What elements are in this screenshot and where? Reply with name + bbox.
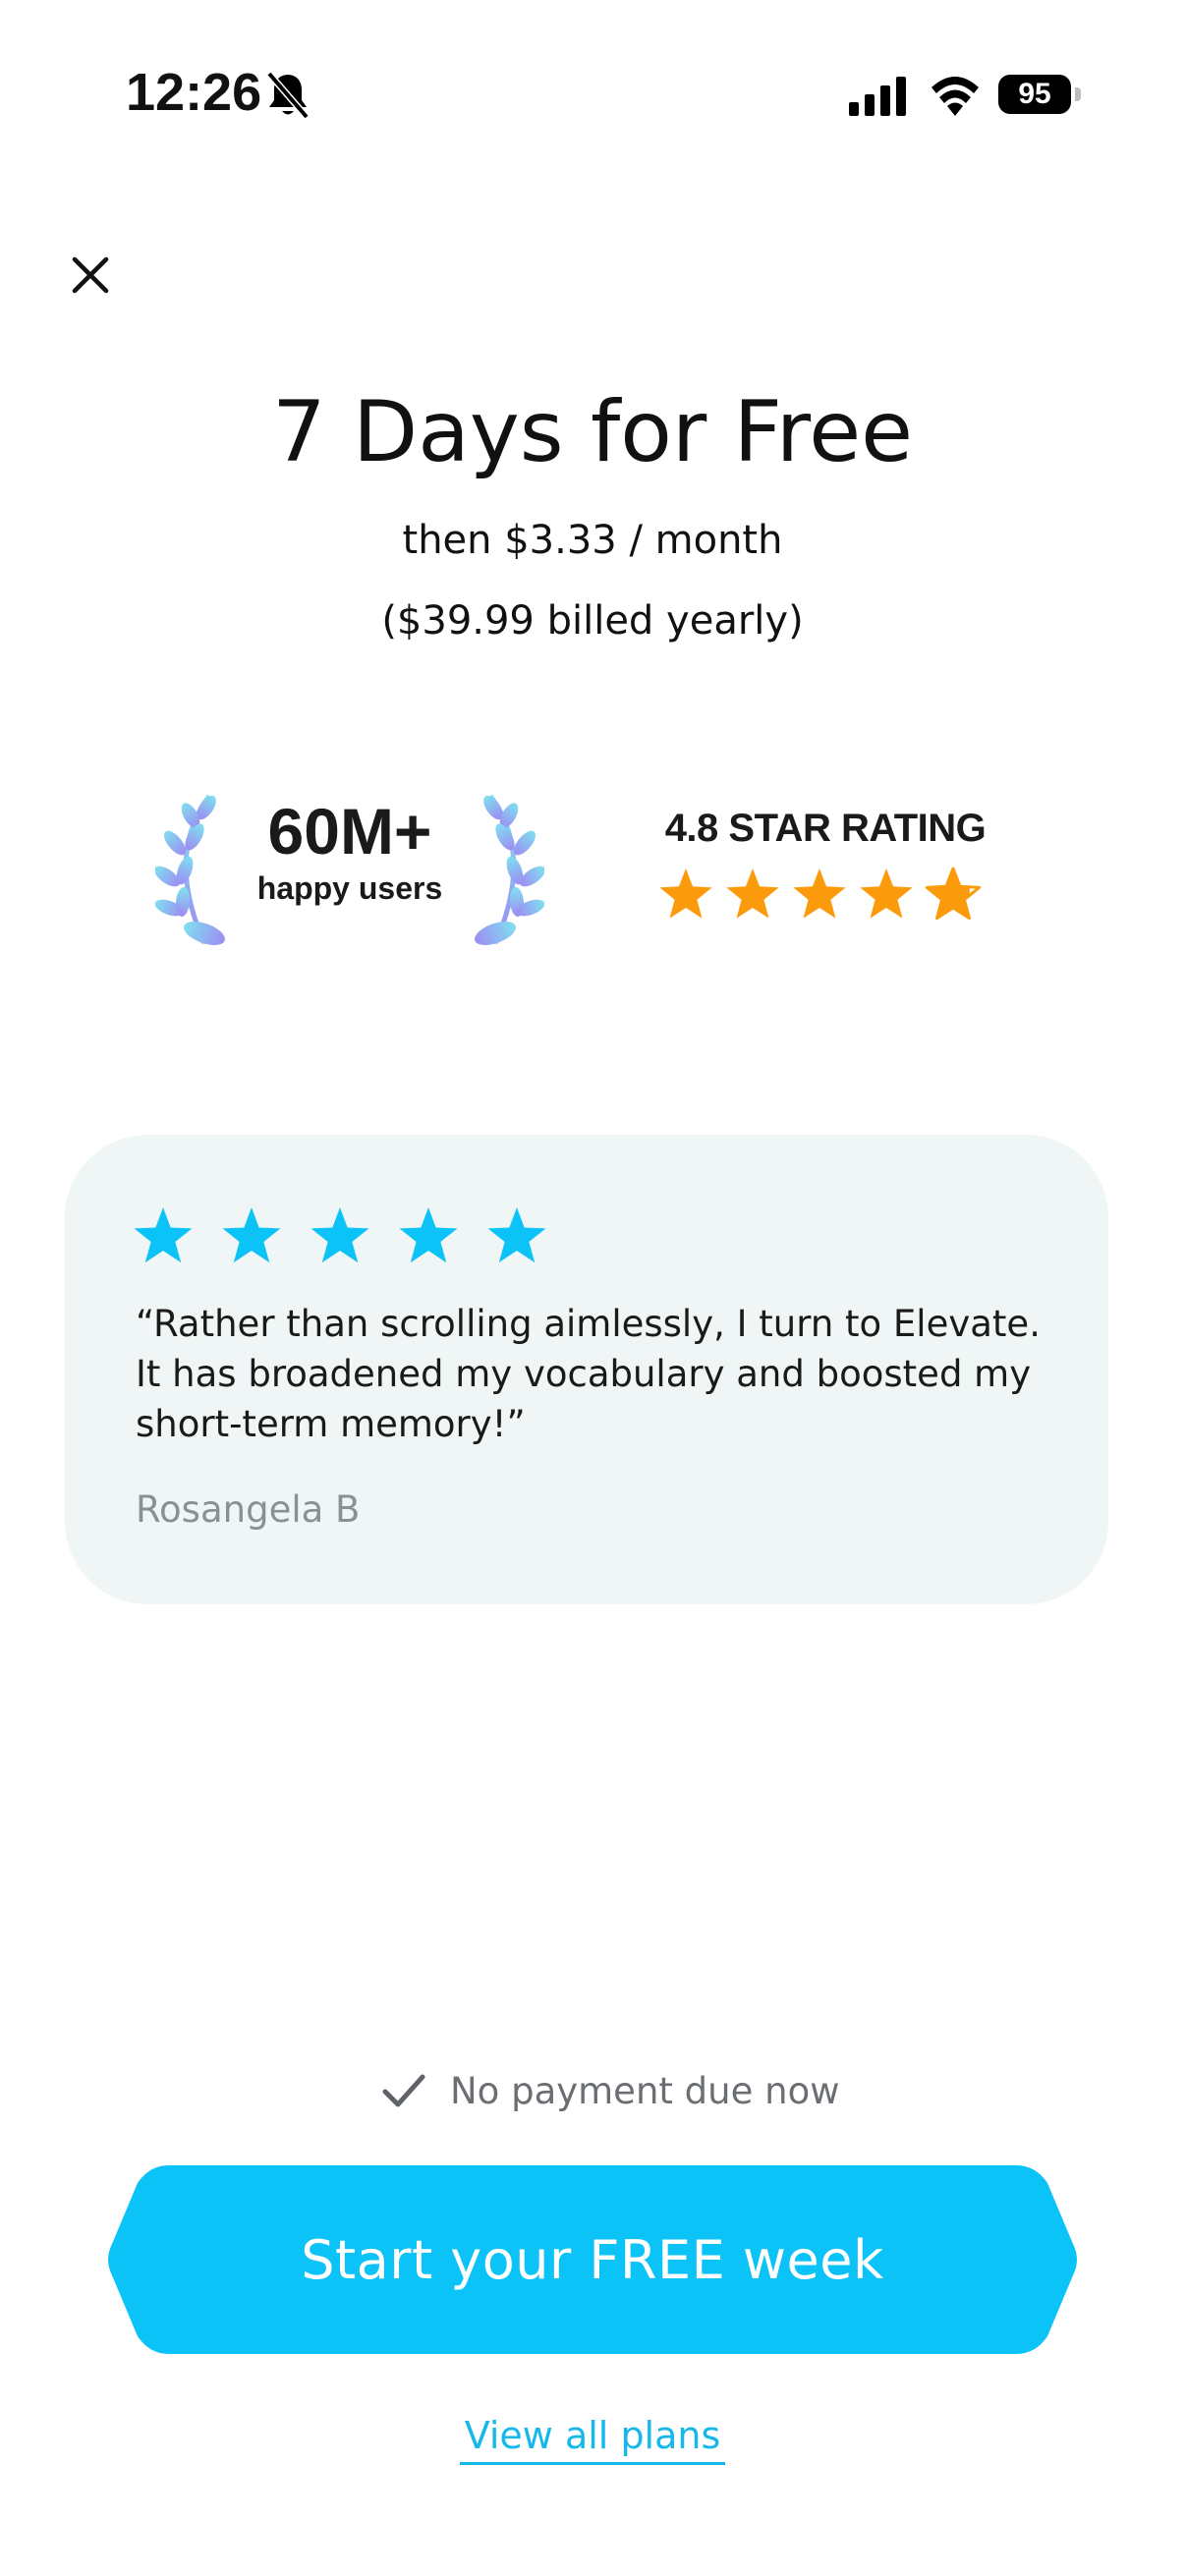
- link-underline: [460, 2462, 725, 2465]
- rating-star-full: [726, 868, 779, 919]
- review-star: [399, 1207, 458, 1263]
- view-all-plans-link[interactable]: View all plans: [460, 2411, 725, 2460]
- laurel-wreath-icon: [475, 794, 544, 946]
- checkmark-icon: [382, 2074, 425, 2107]
- review-author: Rosangela B: [136, 1488, 361, 1531]
- status-time: 12:26: [126, 63, 262, 122]
- close-icon[interactable]: [65, 250, 116, 301]
- users-count: 60M+: [267, 795, 432, 868]
- review-star: [310, 1207, 369, 1263]
- rating-star-full: [793, 868, 846, 919]
- rating-star-full: [659, 868, 712, 919]
- bell-slash-icon: [266, 71, 310, 120]
- start-free-week-button[interactable]: [108, 2165, 1077, 2354]
- rating-stars: [659, 867, 982, 921]
- offer-title: 7 Days for Free: [271, 383, 914, 481]
- cellular-signal-icon: [849, 77, 906, 116]
- rating-star-full: [860, 868, 913, 919]
- rating-label: 4.8 STAR RATING: [664, 807, 987, 850]
- review-star: [222, 1207, 281, 1263]
- no-payment-note: No payment due now: [450, 2070, 840, 2112]
- review-star: [134, 1207, 193, 1263]
- battery-icon: 95: [998, 75, 1081, 118]
- laurel-wreath-icon: [155, 794, 225, 946]
- price-per-month: then $3.33 / month: [402, 518, 783, 563]
- review-text: “Rather than scrolling aimlessly, I turn…: [136, 1303, 1041, 1445]
- battery-level: 95: [998, 75, 1071, 114]
- wifi-icon: [931, 77, 979, 116]
- review-star: [487, 1207, 546, 1263]
- users-label: happy users: [256, 870, 443, 906]
- billing-note: ($39.99 billed yearly): [381, 598, 804, 644]
- review-stars: [134, 1207, 546, 1263]
